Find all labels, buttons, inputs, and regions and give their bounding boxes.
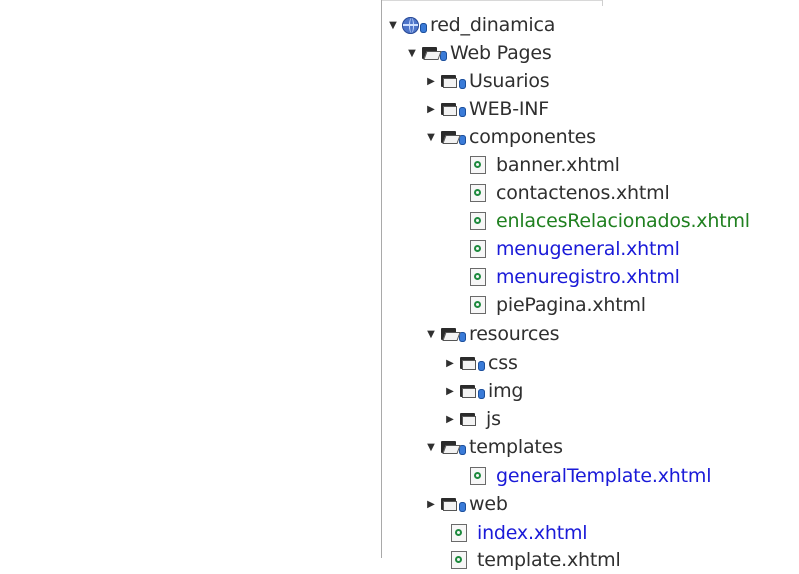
versioned-badge-icon xyxy=(478,361,485,371)
tree-file-pie-pagina[interactable]: piePagina.xhtml xyxy=(470,291,646,319)
file-label: index.xhtml xyxy=(477,522,588,544)
versioned-badge-icon xyxy=(459,107,466,117)
file-label: menuregistro.xhtml xyxy=(496,266,680,288)
open-folder-icon xyxy=(421,45,442,61)
xhtml-file-icon xyxy=(470,296,486,314)
tree-node-img[interactable]: ▶ img xyxy=(443,377,523,405)
tree-node-label: web xyxy=(469,493,508,515)
expand-down-icon[interactable]: ▼ xyxy=(386,11,400,39)
tree-file-enlaces-relacionados[interactable]: enlacesRelacionados.xhtml xyxy=(470,207,750,235)
folder-icon xyxy=(459,355,477,371)
tree-file-menuregistro[interactable]: menuregistro.xhtml xyxy=(470,263,680,291)
project-tree: ▼ red_dinamica ▼ Web Pages ▶ Usuarios ▶ … xyxy=(0,0,799,571)
tree-node-label: js xyxy=(486,408,501,430)
expand-down-icon[interactable]: ▼ xyxy=(424,433,438,461)
file-label: piePagina.xhtml xyxy=(496,294,646,316)
tree-file-contactenos[interactable]: contactenos.xhtml xyxy=(470,179,670,207)
xhtml-file-icon xyxy=(451,551,467,569)
expand-right-icon[interactable]: ▶ xyxy=(424,67,438,95)
tree-node-resources[interactable]: ▼ resources xyxy=(424,320,559,348)
expand-down-icon[interactable]: ▼ xyxy=(424,123,438,151)
folder-icon xyxy=(440,73,458,89)
tree-file-partial[interactable]: template.xhtml xyxy=(451,546,621,574)
tree-node-label: css xyxy=(488,352,518,374)
tree-node-componentes[interactable]: ▼ componentes xyxy=(424,123,596,151)
xhtml-file-icon xyxy=(470,240,486,258)
expand-right-icon[interactable]: ▶ xyxy=(424,95,438,123)
expand-right-icon[interactable]: ▶ xyxy=(443,349,457,377)
file-label: banner.xhtml xyxy=(496,154,620,176)
versioned-badge-icon xyxy=(478,389,485,399)
xhtml-file-icon xyxy=(470,212,486,230)
file-label: generalTemplate.xhtml xyxy=(496,465,712,487)
xhtml-file-icon xyxy=(470,467,486,485)
tree-node-web-inf[interactable]: ▶ WEB-INF xyxy=(424,95,549,123)
versioned-badge-icon xyxy=(459,502,466,512)
folder-icon xyxy=(459,383,477,399)
tree-node-label: resources xyxy=(469,323,560,345)
expand-right-icon[interactable]: ▶ xyxy=(424,490,438,518)
tree-node-templates[interactable]: ▼ templates xyxy=(424,433,563,461)
file-label: menugeneral.xhtml xyxy=(496,238,680,260)
file-label: enlacesRelacionados.xhtml xyxy=(496,210,750,232)
open-folder-icon xyxy=(440,129,461,145)
expand-right-icon[interactable]: ▶ xyxy=(443,377,457,405)
tree-node-web[interactable]: ▶ web xyxy=(424,490,508,518)
file-label: contactenos.xhtml xyxy=(496,182,670,204)
web-project-icon xyxy=(402,16,419,34)
tree-node-web-pages[interactable]: ▼ Web Pages xyxy=(405,39,552,67)
tree-node-label: Web Pages xyxy=(450,42,552,64)
tree-file-index[interactable]: index.xhtml xyxy=(451,519,588,547)
tree-file-menugeneral[interactable]: menugeneral.xhtml xyxy=(470,235,680,263)
xhtml-file-icon xyxy=(470,268,486,286)
expand-right-icon[interactable]: ▶ xyxy=(443,405,457,433)
tree-node-red-dinamica[interactable]: ▼ red_dinamica xyxy=(386,11,555,39)
tree-node-usuarios[interactable]: ▶ Usuarios xyxy=(424,67,550,95)
tree-node-label: WEB-INF xyxy=(469,98,550,120)
tree-node-label: componentes xyxy=(469,126,596,148)
tree-node-label: Usuarios xyxy=(469,70,550,92)
xhtml-file-icon xyxy=(470,156,486,174)
expand-down-icon[interactable]: ▼ xyxy=(405,39,419,67)
tree-node-js[interactable]: ▶ js xyxy=(443,405,501,433)
tree-node-css[interactable]: ▶ css xyxy=(443,349,518,377)
tree-node-label: templates xyxy=(469,436,563,458)
file-label: template.xhtml xyxy=(477,549,621,571)
open-folder-icon xyxy=(440,439,461,455)
open-folder-icon xyxy=(440,326,461,342)
tree-file-banner[interactable]: banner.xhtml xyxy=(470,151,620,179)
xhtml-file-icon xyxy=(451,524,467,542)
tree-node-label: red_dinamica xyxy=(430,14,556,36)
tree-node-label: img xyxy=(488,380,524,402)
versioned-badge-icon xyxy=(459,79,466,89)
folder-icon xyxy=(440,101,458,117)
folder-icon xyxy=(459,411,477,427)
xhtml-file-icon xyxy=(470,184,486,202)
tree-file-general-template[interactable]: generalTemplate.xhtml xyxy=(470,462,711,490)
expand-down-icon[interactable]: ▼ xyxy=(424,320,438,348)
folder-icon xyxy=(440,496,458,512)
versioned-badge-icon xyxy=(420,23,427,33)
